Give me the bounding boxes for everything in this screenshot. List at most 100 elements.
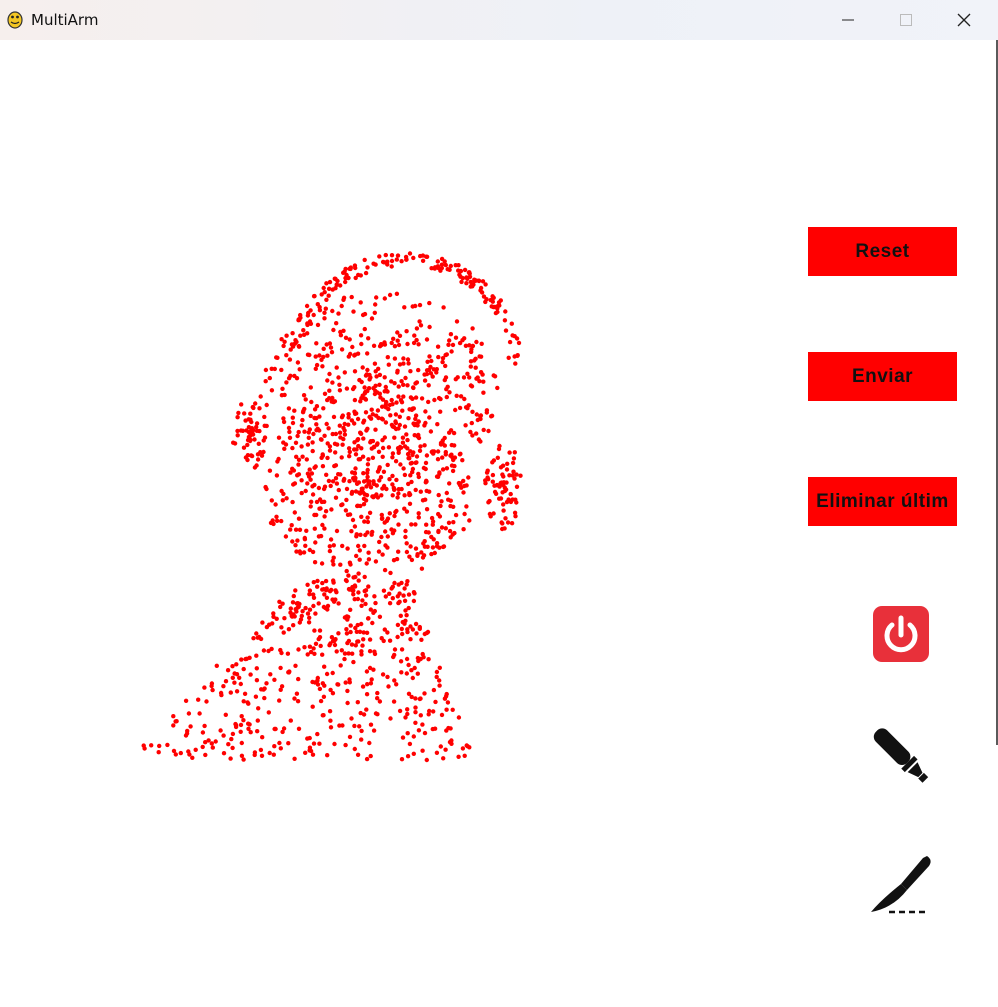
cloud-point [350, 344, 355, 350]
cloud-point [404, 671, 409, 676]
cloud-point [411, 406, 416, 411]
cloud-point [504, 480, 509, 485]
cloud-point [356, 457, 361, 462]
cloud-point [286, 425, 292, 431]
cloud-point [396, 522, 401, 527]
cloud-point [279, 518, 284, 524]
cloud-point [322, 310, 327, 315]
cloud-point [379, 342, 384, 348]
cloud-point [294, 549, 299, 554]
cloud-point [314, 341, 319, 346]
cloud-point [437, 665, 442, 670]
cloud-point [359, 737, 364, 742]
title-bar[interactable]: MultiArm [0, 0, 998, 40]
cloud-point [489, 413, 495, 418]
cloud-point [248, 437, 253, 443]
cloud-point [266, 648, 271, 654]
cloud-point [259, 753, 265, 758]
cloud-point [396, 549, 401, 554]
cloud-point [253, 401, 258, 406]
cloud-point [323, 605, 328, 611]
cloud-point [398, 398, 404, 403]
cloud-point [443, 262, 448, 268]
cloud-point [427, 324, 432, 330]
cloud-point [281, 419, 287, 425]
minimize-button[interactable] [819, 0, 877, 40]
cloud-point [317, 628, 323, 633]
cloud-point [299, 444, 304, 449]
drawing-canvas[interactable]: Reset Enviar Eliminar últim [0, 40, 998, 1007]
cloud-point [266, 710, 271, 715]
send-button[interactable]: Enviar [808, 352, 957, 401]
cloud-point [394, 477, 399, 483]
cloud-point [314, 499, 320, 505]
cloud-point [330, 308, 335, 314]
marker-tool[interactable] [867, 725, 937, 791]
cloud-point [405, 437, 410, 443]
cloud-point [254, 653, 259, 658]
cloud-point [450, 707, 455, 712]
cloud-point [456, 268, 461, 273]
cloud-point [473, 356, 478, 361]
cloud-point [395, 338, 400, 343]
cloud-point [361, 436, 366, 441]
cloud-point [344, 568, 349, 574]
cloud-point [237, 675, 242, 680]
cloud-point [296, 429, 301, 435]
delete-last-button[interactable]: Eliminar últim [808, 477, 957, 526]
cloud-point [257, 428, 262, 434]
cloud-point [282, 392, 287, 398]
cloud-point [406, 691, 412, 696]
cloud-point [358, 710, 363, 716]
cloud-point [383, 405, 389, 410]
cloud-point [399, 580, 404, 586]
cloud-point [408, 637, 413, 642]
cloud-point [349, 716, 354, 721]
cloud-point [461, 527, 466, 532]
cloud-point [356, 480, 362, 485]
close-button[interactable] [935, 0, 993, 40]
scalpel-tool[interactable] [867, 850, 935, 916]
cloud-point [373, 711, 379, 716]
cloud-point [367, 649, 373, 654]
power-button[interactable] [872, 605, 930, 663]
cloud-point [355, 503, 361, 508]
cloud-point [352, 409, 357, 414]
cloud-point [478, 439, 483, 444]
cloud-point [359, 603, 364, 608]
cloud-point [416, 342, 421, 347]
cloud-point [437, 683, 442, 688]
reset-button[interactable]: Reset [808, 227, 957, 276]
cloud-point [361, 630, 366, 635]
cloud-point [327, 544, 332, 549]
maximize-button[interactable] [877, 0, 935, 40]
cloud-point [290, 415, 295, 420]
cloud-point [448, 498, 453, 503]
cloud-point [453, 335, 459, 340]
cloud-point [457, 405, 463, 411]
cloud-point [394, 291, 400, 296]
cloud-point [341, 436, 346, 442]
cloud-point [458, 451, 463, 456]
cloud-point [311, 294, 317, 299]
cloud-point [243, 418, 248, 423]
cloud-point [374, 295, 379, 300]
cloud-point [347, 512, 353, 517]
cloud-point [516, 340, 522, 346]
cloud-point [405, 707, 410, 712]
cloud-point [325, 378, 330, 383]
cloud-point [518, 473, 523, 478]
cloud-point [334, 481, 340, 486]
cloud-point [449, 442, 454, 448]
cloud-point [446, 520, 452, 525]
cloud-point [468, 364, 473, 369]
point-cloud[interactable] [0, 40, 780, 1007]
cloud-point [473, 365, 478, 370]
cloud-point [424, 507, 430, 512]
cloud-point [327, 341, 333, 346]
cloud-point [423, 460, 429, 466]
cloud-point [379, 516, 385, 521]
cloud-point [202, 723, 207, 729]
cloud-point [210, 745, 215, 750]
cloud-point [403, 375, 408, 381]
